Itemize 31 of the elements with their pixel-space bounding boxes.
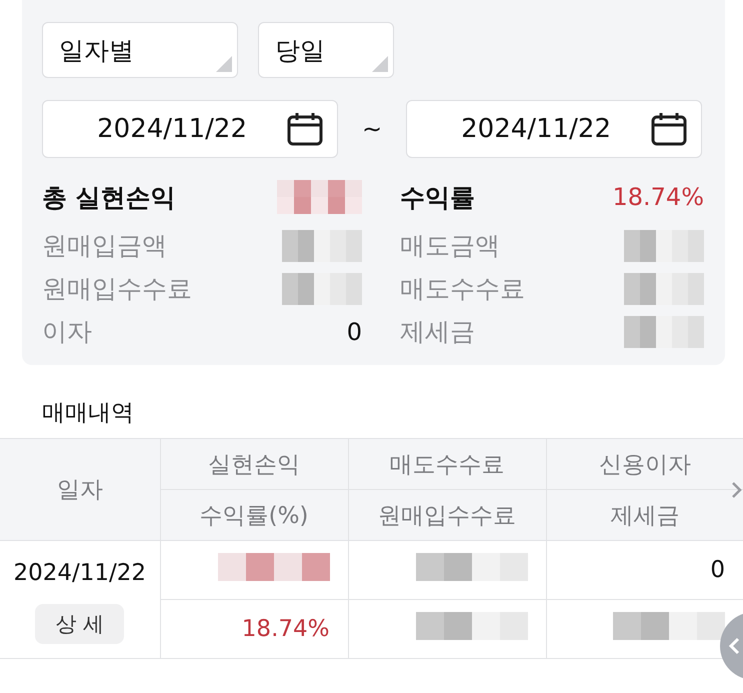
column-header: 실현손익 [160, 438, 348, 490]
column-header: 수익률(%) [160, 490, 348, 540]
summary-label: 수익률 [400, 182, 475, 214]
column-header: 제세금 [546, 490, 743, 540]
chevron-right-icon[interactable] [731, 481, 743, 499]
column-header: 일자 [0, 438, 160, 540]
detail-button[interactable]: 상 세 [35, 604, 124, 644]
range-separator: ~ [360, 115, 384, 143]
column-header: 신용이자 [546, 438, 743, 490]
chevron-left-icon [728, 637, 740, 655]
date-field[interactable]: 2024/11/22 [42, 100, 338, 158]
dropdown-select[interactable]: 당일 [258, 22, 394, 78]
summary-label: 매도금액 [400, 230, 500, 262]
table-cell-text: 0 [710, 557, 725, 583]
summary-label: 총 실현손익 [42, 182, 176, 214]
summary-label: 매도수수료 [400, 273, 525, 305]
date-field[interactable]: 2024/11/22 [406, 100, 702, 158]
summary-label: 원매입금액 [42, 230, 167, 262]
table-cell-text: 18.74% [242, 616, 330, 642]
summary-value: 18.74% [612, 183, 704, 211]
dropdown-select[interactable]: 일자별 [42, 22, 238, 78]
column-header: 매도수수료 [348, 438, 546, 490]
summary-label: 원매입수수료 [42, 273, 192, 305]
section-title: 매매내역 [41, 399, 135, 428]
trade-date: 2024/11/22 [12, 558, 148, 588]
calendar-icon[interactable] [287, 112, 323, 146]
summary-label: 제세금 [400, 316, 475, 348]
summary-value: 0 [346, 318, 362, 346]
calendar-icon[interactable] [651, 112, 687, 146]
summary-label: 이자 [42, 316, 92, 348]
column-header: 원매입수수료 [348, 490, 546, 540]
